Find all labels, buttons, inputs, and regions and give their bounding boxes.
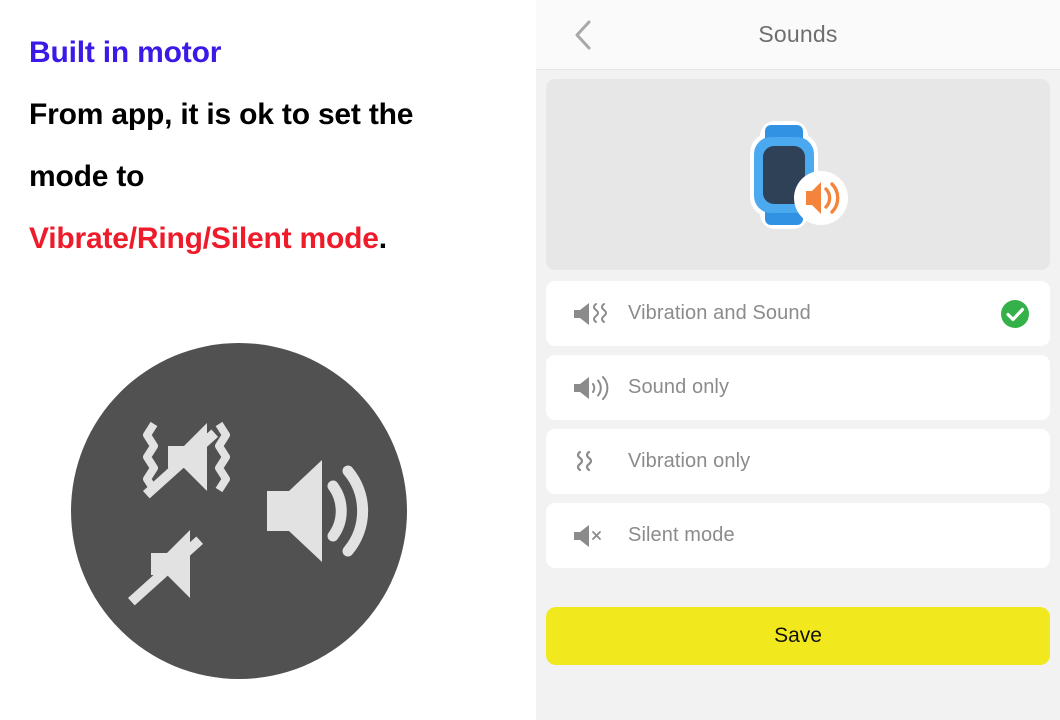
- annotation-accent-text: Vibrate/Ring/Silent mode: [29, 222, 379, 255]
- annotation-body-line-2: mode to: [29, 160, 145, 193]
- speaker-vibration-icon: [572, 301, 618, 327]
- caption-block: Built in motor From app, it is ok to set…: [29, 22, 519, 270]
- sound-mode-options: Vibration and Sound Sound only Vibration…: [546, 281, 1050, 568]
- annotation-panel: Built in motor From app, it is ok to set…: [0, 0, 536, 720]
- save-button[interactable]: Save: [546, 607, 1050, 665]
- option-label: Vibration only: [628, 450, 751, 472]
- phone-content: Vibration and Sound Sound only Vibration…: [536, 70, 1060, 720]
- vibration-waves-icon: [572, 449, 618, 475]
- option-vibration-and-sound[interactable]: Vibration and Sound: [546, 281, 1050, 346]
- smartwatch-with-speaker-badge-icon: [750, 120, 848, 229]
- sound-modes-badge: [71, 343, 407, 679]
- speaker-mute-icon: [572, 523, 618, 549]
- option-label: Sound only: [628, 376, 730, 398]
- option-label: Silent mode: [628, 524, 735, 546]
- annotation-accent-period: .: [378, 222, 387, 255]
- phone-screen: Sounds Vibration and Sound Sound only Vi…: [536, 0, 1060, 720]
- option-label: Vibration and Sound: [628, 302, 811, 324]
- hero-illustration-card: [546, 79, 1050, 270]
- back-button[interactable]: [566, 18, 600, 52]
- annotation-title: Built in motor: [29, 36, 222, 69]
- annotation-accent-line: Vibrate/Ring/Silent mode.: [29, 208, 519, 270]
- option-silent-mode[interactable]: Silent mode: [546, 503, 1050, 568]
- selected-check-icon: [1000, 299, 1030, 329]
- phone-header: Sounds: [536, 0, 1060, 70]
- speaker-waves-icon: [572, 375, 618, 401]
- screenshot-root: Built in motor From app, it is ok to set…: [0, 0, 1060, 720]
- option-sound-only[interactable]: Sound only: [546, 355, 1050, 420]
- option-vibration-only[interactable]: Vibration only: [546, 429, 1050, 494]
- sound-modes-badge-icon: [71, 343, 407, 679]
- page-title: Sounds: [758, 21, 838, 47]
- annotation-body-line-1: From app, it is ok to set the: [29, 98, 414, 131]
- chevron-left-icon: [575, 20, 591, 49]
